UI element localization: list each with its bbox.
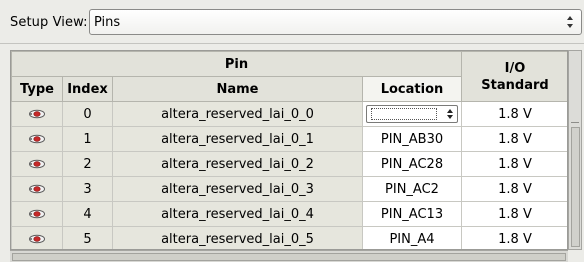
type-cell (11, 226, 63, 249)
pin-type-icon (29, 109, 45, 119)
type-cell (11, 151, 63, 177)
io-standard-cell[interactable]: 1.8 V (461, 201, 567, 227)
io-standard-header-line1: I/O (504, 60, 526, 76)
setup-view-select[interactable]: Pins (89, 9, 582, 35)
index-cell: 0 (62, 101, 113, 127)
name-cell: altera_reserved_lai_0_0 (112, 101, 363, 127)
spin-arrows-icon[interactable] (446, 107, 454, 121)
name-cell: altera_reserved_lai_0_1 (112, 126, 363, 152)
name-cell: altera_reserved_lai_0_4 (112, 201, 363, 227)
vertical-scroll-thumb[interactable] (571, 127, 580, 247)
pin-group-header: Pin (11, 51, 462, 77)
setup-view-row: Setup View: (10, 8, 94, 36)
pin-type-icon (29, 209, 45, 219)
table-row[interactable]: 4 altera_reserved_lai_0_4 PIN_AC13 1.8 V (11, 201, 567, 227)
location-cell[interactable]: PIN_AC28 (362, 151, 462, 177)
io-standard-header[interactable]: I/O Standard (461, 51, 567, 102)
index-cell: 3 (62, 176, 113, 202)
pin-type-icon (29, 159, 45, 169)
name-column-header[interactable]: Name (112, 76, 363, 102)
location-column-header[interactable]: Location (362, 76, 462, 102)
pin-type-icon (29, 184, 45, 194)
separator (0, 43, 584, 44)
setup-view-selected-value: Pins (94, 14, 121, 30)
table-row[interactable]: 5 altera_reserved_lai_0_5 PIN_A4 1.8 V (11, 226, 567, 249)
location-cell[interactable]: PIN_AC2 (362, 176, 462, 202)
name-cell: altera_reserved_lai_0_2 (112, 151, 363, 177)
pin-table: Pin I/O Standard Type Index Name Locatio… (11, 51, 567, 249)
io-standard-cell[interactable]: 1.8 V (461, 226, 567, 249)
type-cell (11, 176, 63, 202)
type-column-header[interactable]: Type (11, 76, 63, 102)
name-cell: altera_reserved_lai_0_5 (112, 226, 363, 249)
index-cell: 4 (62, 201, 113, 227)
index-column-header[interactable]: Index (62, 76, 113, 102)
table-row[interactable]: 1 altera_reserved_lai_0_1 PIN_AB30 1.8 V (11, 126, 567, 152)
pin-setup-panel: Setup View: Pins Pin I/O Standard Type I… (0, 0, 584, 262)
table-row[interactable]: 0 altera_reserved_lai_0_0 1.8 V (11, 101, 567, 127)
type-cell (11, 201, 63, 227)
location-editor[interactable] (366, 104, 458, 123)
table-row[interactable]: 2 altera_reserved_lai_0_2 PIN_AC28 1.8 V (11, 151, 567, 177)
scrollbar-grip (571, 122, 579, 123)
pin-table-frame: Pin I/O Standard Type Index Name Locatio… (10, 50, 568, 250)
location-cell[interactable]: PIN_AC13 (362, 201, 462, 227)
location-cell[interactable] (362, 101, 462, 127)
location-cell[interactable]: PIN_AB30 (362, 126, 462, 152)
index-cell: 1 (62, 126, 113, 152)
horizontal-scrollbar[interactable] (10, 250, 568, 262)
horizontal-scroll-thumb[interactable] (12, 253, 566, 261)
setup-view-label: Setup View: (10, 14, 88, 30)
pin-type-icon (29, 234, 45, 244)
index-cell: 5 (62, 226, 113, 249)
spin-arrows-icon (567, 16, 573, 28)
io-standard-cell[interactable]: 1.8 V (461, 101, 567, 127)
io-standard-cell[interactable]: 1.8 V (461, 176, 567, 202)
index-cell: 2 (62, 151, 113, 177)
io-standard-cell[interactable]: 1.8 V (461, 151, 567, 177)
io-standard-header-line2: Standard (481, 77, 549, 93)
type-cell (11, 101, 63, 127)
vertical-scrollbar[interactable] (568, 50, 582, 250)
pin-rows: 0 altera_reserved_lai_0_0 1.8 V 1 altera_res… (11, 101, 567, 249)
io-standard-cell[interactable]: 1.8 V (461, 126, 567, 152)
name-cell: altera_reserved_lai_0_3 (112, 176, 363, 202)
location-cell[interactable]: PIN_A4 (362, 226, 462, 249)
type-cell (11, 126, 63, 152)
pin-type-icon (29, 134, 45, 144)
location-editor-focus (371, 107, 437, 120)
table-row[interactable]: 3 altera_reserved_lai_0_3 PIN_AC2 1.8 V (11, 176, 567, 202)
